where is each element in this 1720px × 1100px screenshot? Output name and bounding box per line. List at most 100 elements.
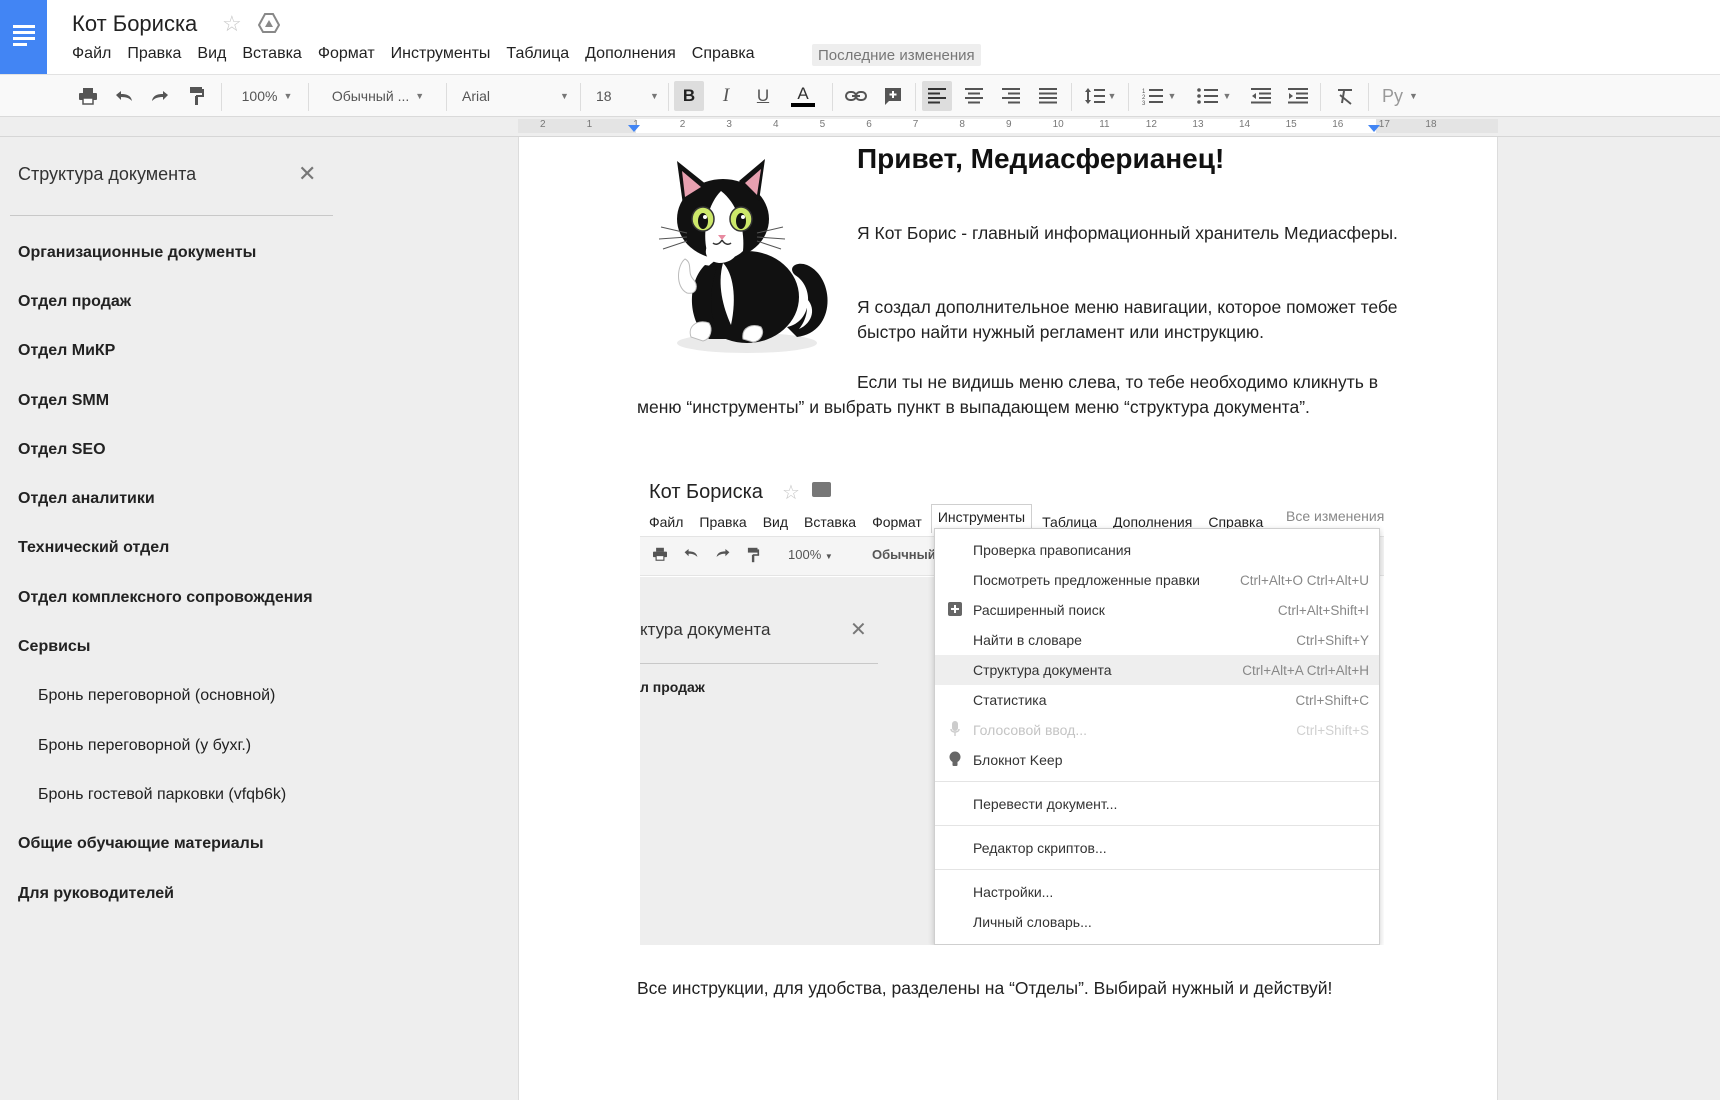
font-size-select[interactable]: 18 ▼	[590, 81, 660, 111]
numbered-list-icon[interactable]: 1 2 3 ▼	[1135, 81, 1183, 111]
add-comment-icon[interactable]	[878, 81, 908, 111]
input-tools-select[interactable]: Ру ▼	[1375, 81, 1425, 111]
embedded-menu-item-highlighted: Структура документа Ctrl+Alt+A Ctrl+Alt+H	[935, 655, 1379, 685]
paint-format-icon[interactable]	[182, 81, 212, 111]
paragraph-style-select[interactable]: Обычный ... ▼	[318, 81, 438, 111]
docs-home-logo[interactable]	[0, 0, 47, 74]
document-page[interactable]: Привет, Медиасферианец! Я Кот Борис - гл…	[518, 137, 1498, 1100]
outline-subitem[interactable]: Бронь гостевой парковки (vfqb6k)	[0, 770, 500, 819]
italic-button[interactable]: I	[711, 81, 741, 111]
redo-icon[interactable]	[145, 81, 175, 111]
undo-icon[interactable]	[109, 81, 139, 111]
outline-item[interactable]: Отдел комплексного сопровождения	[0, 573, 500, 622]
ruler-tick-label: 1	[586, 119, 593, 130]
bold-button[interactable]: B	[674, 81, 704, 111]
embedded-menu-item: Статистика Ctrl+Shift+C	[973, 692, 1369, 708]
ruler-tick-label: 15	[1285, 119, 1297, 130]
menu-tools[interactable]: Инструменты	[391, 45, 491, 63]
ruler-tick-label: 14	[1239, 119, 1251, 130]
chevron-down-icon: ▼	[560, 91, 569, 101]
outline-item[interactable]: Для руководителей	[0, 869, 500, 918]
ruler-tick-label: 17	[1378, 119, 1390, 130]
embedded-menu-item: Проверка правописания	[973, 542, 1132, 558]
zoom-select[interactable]: 100% ▼	[232, 81, 302, 111]
outline-item[interactable]: Общие обучающие материалы	[0, 820, 500, 869]
star-icon: ☆	[782, 482, 800, 504]
ruler-tick-label: 2	[540, 119, 546, 130]
close-icon: ✕	[850, 619, 867, 641]
outline-item[interactable]: Технический отдел	[0, 524, 500, 573]
paragraph: Если ты не видишь меню слева, то тебе не…	[637, 372, 1379, 417]
outline-list: Организационные документы Отдел продаж О…	[0, 228, 500, 918]
align-right-icon[interactable]	[996, 81, 1026, 111]
clear-formatting-icon[interactable]	[1330, 81, 1360, 111]
outline-item[interactable]: Сервисы	[0, 622, 500, 671]
outline-subitem[interactable]: Бронь переговорной (основной)	[0, 672, 500, 721]
ruler-tick-label: 3	[726, 119, 732, 130]
ruler-tick-label: 10	[1052, 119, 1064, 130]
outline-item[interactable]: Отдел продаж	[0, 277, 500, 326]
ruler-tick-label: 2	[679, 119, 686, 130]
font-select[interactable]: Arial ▼	[456, 81, 571, 111]
menu-help[interactable]: Справка	[692, 45, 755, 63]
docs-header: Кот Бориска ☆ Файл Правка Вид Вставка Формат…	[0, 0, 1720, 74]
outline-subitem[interactable]: Бронь переговорной (у бухг.)	[0, 721, 500, 770]
embedded-menu-file: Файл	[649, 514, 684, 530]
folder-icon	[812, 482, 831, 497]
ruler-tick-label: 11	[1099, 119, 1110, 130]
drive-icon[interactable]	[258, 13, 280, 33]
embedded-tools-menu: Проверка правописания Посмотреть предлож…	[934, 528, 1380, 945]
document-heading: Привет, Медиасферианец!	[857, 143, 1225, 174]
decrease-indent-icon[interactable]	[1246, 81, 1276, 111]
last-edit-link[interactable]: Последние изменения	[812, 44, 981, 66]
embedded-menu-view: Вид	[762, 514, 789, 530]
menu-insert[interactable]: Вставка	[242, 45, 301, 63]
outline-item[interactable]: Отдел SEO	[0, 425, 500, 474]
embedded-menu-item-disabled: Голосовой ввод... Ctrl+Shift+S	[935, 715, 1379, 745]
align-justify-icon[interactable]	[1033, 81, 1063, 111]
menu-file[interactable]: Файл	[72, 45, 111, 63]
increase-indent-icon[interactable]	[1283, 81, 1313, 111]
embedded-menu-item: Найти в словаре Ctrl+Shift+Y	[973, 632, 1369, 648]
cat-illustration	[658, 159, 828, 353]
print-icon[interactable]	[73, 81, 103, 111]
plus-box-icon	[947, 601, 963, 619]
line-spacing-icon[interactable]: ▼	[1078, 81, 1122, 111]
link-icon[interactable]	[841, 81, 871, 111]
outline-item[interactable]: Организационные документы	[0, 228, 500, 277]
underline-button[interactable]: U	[748, 81, 778, 111]
menu-format[interactable]: Формат	[318, 45, 375, 63]
menu-table[interactable]: Таблица	[506, 45, 569, 63]
undo-icon	[683, 547, 699, 562]
toolbar: 100% ▼ Обычный ... ▼ Arial ▼ 18 ▼ B I U A ▼ …	[0, 74, 1720, 117]
embedded-outline-title: ктура документа	[640, 620, 771, 639]
paragraph: Я создал дополнительное меню навигации, …	[857, 297, 1398, 342]
menu-edit[interactable]: Правка	[127, 45, 181, 63]
close-icon[interactable]: ✕	[298, 161, 316, 187]
star-icon[interactable]: ☆	[222, 11, 242, 37]
outline-title: Структура документа	[18, 164, 197, 184]
menu-view[interactable]: Вид	[197, 45, 226, 63]
embedded-zoom: 100% ▼	[788, 547, 833, 562]
ruler-tick-label: 4	[773, 119, 779, 130]
ruler-tick-label: 16	[1332, 119, 1344, 130]
align-left-icon[interactable]	[922, 81, 952, 111]
bulleted-list-icon[interactable]: ▼	[1190, 81, 1238, 111]
outline-item[interactable]: Отдел МиКР	[0, 327, 500, 376]
embedded-menu-item: Личный словарь...	[973, 914, 1092, 930]
indent-marker[interactable]	[628, 125, 640, 132]
document-title[interactable]: Кот Бориска	[72, 11, 197, 37]
redo-icon	[715, 547, 731, 562]
ruler-tick-label: 12	[1145, 119, 1157, 130]
align-center-icon[interactable]	[959, 81, 989, 111]
right-margin-marker[interactable]	[1368, 125, 1380, 132]
embedded-menu-item: Блокнот Keep	[935, 745, 1379, 775]
outline-item[interactable]: Отдел аналитики	[0, 474, 500, 523]
chevron-down-icon: ▼	[1409, 91, 1418, 101]
text-color-button[interactable]: A	[783, 81, 823, 111]
outline-item[interactable]: Отдел SMM	[0, 376, 500, 425]
ruler-tick-label: 5	[819, 119, 826, 130]
embedded-menu-edit: Правка	[699, 514, 747, 530]
menu-addons[interactable]: Дополнения	[585, 45, 676, 63]
text-color-swatch	[791, 103, 815, 107]
